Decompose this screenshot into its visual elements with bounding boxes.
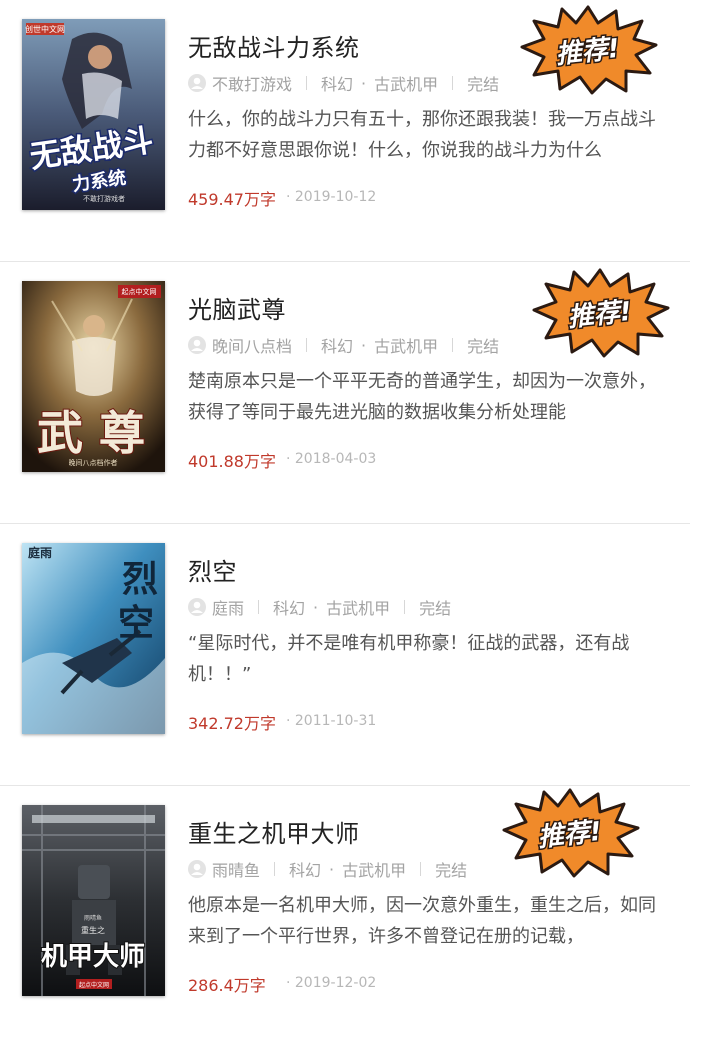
book-title[interactable]: 重生之机甲大师	[188, 814, 360, 849]
word-count: 342.72万字	[188, 714, 276, 733]
book-item[interactable]: 重生之 机甲大师 雨晴鱼 起点中文网 重生之机甲大师 雨晴鱼 科幻 · 古武机甲…	[0, 786, 690, 1048]
meta-dot: ·	[361, 73, 367, 93]
meta-divider	[452, 338, 454, 352]
starburst-badge-icon: 推荐!	[520, 5, 658, 95]
book-subcategory[interactable]: 古武机甲	[374, 71, 438, 95]
cover-title-line2: 尊	[99, 406, 145, 460]
starburst-badge-icon: 推荐!	[502, 788, 640, 878]
book-meta: 不敢打游戏 科幻 · 古武机甲 完结	[188, 72, 499, 94]
book-category[interactable]: 科幻	[321, 71, 353, 95]
meta-divider	[452, 76, 454, 90]
book-cover[interactable]: 庭雨 烈 空	[22, 543, 165, 734]
cover-title-line2: 空	[118, 602, 154, 644]
book-status: 完结	[419, 599, 452, 618]
book-status: 完结	[467, 75, 500, 94]
starburst-badge-icon: 推荐!	[532, 268, 670, 358]
book-category[interactable]: 科幻	[273, 595, 305, 619]
cover-subtitle: 重生之	[81, 925, 105, 935]
book-category[interactable]: 科幻	[289, 857, 321, 881]
meta-divider	[420, 862, 422, 876]
cover-title-line1: 机甲大师	[41, 942, 145, 972]
book-description: 他原本是一名机甲大师，因一次意外重生，重生之后，如同来到了一个平行世界，许多不曾…	[188, 895, 656, 947]
meta-dot: ·	[313, 597, 319, 617]
book-cover[interactable]: 起点中文网 武 尊 晚间八点档作者	[22, 281, 165, 472]
meta-divider	[306, 338, 308, 352]
meta-divider	[306, 76, 308, 90]
book-category[interactable]: 科幻	[321, 333, 353, 357]
book-meta: 雨晴鱼 科幻 · 古武机甲 完结	[188, 858, 467, 880]
book-cover[interactable]: 重生之 机甲大师 雨晴鱼 起点中文网	[22, 805, 165, 996]
meta-dot: ·	[329, 859, 335, 879]
publish-date: · 2018-04-03	[286, 451, 377, 467]
book-list: 创世中文网 无敌战斗 力系统 不敢打游戏者 无敌战斗力系统 不敢打游戏 科幻 ·…	[0, 0, 707, 1024]
book-subcategory[interactable]: 古武机甲	[326, 595, 390, 619]
cover-title-line1: 武	[37, 406, 83, 460]
book-item[interactable]: 起点中文网 武 尊 晚间八点档作者 光脑武尊 晚间八点档 科幻 · 古武机甲 完…	[0, 262, 690, 524]
book-subcategory[interactable]: 古武机甲	[374, 333, 438, 357]
book-author[interactable]: 庭雨	[212, 595, 244, 619]
meta-dot: ·	[361, 335, 367, 355]
meta-divider	[258, 600, 260, 614]
book-title[interactable]: 光脑武尊	[188, 290, 286, 325]
book-item[interactable]: 创世中文网 无敌战斗 力系统 不敢打游戏者 无敌战斗力系统 不敢打游戏 科幻 ·…	[0, 0, 690, 262]
recommend-badge: 推荐!	[530, 268, 670, 358]
user-avatar-icon	[188, 860, 206, 878]
book-description: 楚南原本只是一个平平无奇的普通学生，却因为一次意外，获得了等同于最先进光脑的数据…	[188, 371, 656, 423]
book-description: “星际时代，并不是唯有机甲称豪！征战的武器，还有战机！！”	[188, 633, 630, 685]
book-subcategory[interactable]: 古武机甲	[342, 857, 406, 881]
book-cover[interactable]: 创世中文网 无敌战斗 力系统 不敢打游戏者	[22, 19, 165, 210]
cover-publisher: 庭雨	[28, 545, 52, 560]
meta-divider	[404, 600, 406, 614]
user-avatar-icon	[188, 74, 206, 92]
cover-publisher: 起点中文网	[79, 981, 109, 989]
cover-publisher: 起点中文网	[122, 287, 157, 296]
book-status: 完结	[467, 337, 500, 356]
book-item[interactable]: 庭雨 烈 空 烈空 庭雨 科幻 · 古武机甲 完结 “星际时代，并不是唯有机甲称…	[0, 524, 690, 786]
book-author[interactable]: 晚间八点档	[212, 333, 292, 357]
cover-title-line1: 烈	[122, 558, 158, 600]
book-title[interactable]: 无敌战斗力系统	[188, 28, 360, 63]
publish-date: · 2019-12-02	[286, 975, 377, 991]
word-count: 286.4万字	[188, 976, 266, 995]
book-status: 完结	[435, 861, 468, 880]
book-meta: 庭雨 科幻 · 古武机甲 完结	[188, 596, 451, 618]
book-description: 什么，你的战斗力只有五十，那你还跟我装！我一万点战斗力都不好意思跟你说！什么，你…	[188, 109, 656, 161]
word-count: 459.47万字	[188, 190, 276, 209]
book-meta: 晚间八点档 科幻 · 古武机甲 完结	[188, 334, 499, 356]
recommend-badge: 推荐!	[518, 5, 658, 95]
cover-author: 雨晴鱼	[84, 914, 102, 922]
book-author[interactable]: 雨晴鱼	[212, 857, 260, 881]
recommend-badge: 推荐!	[500, 788, 640, 878]
meta-divider	[274, 862, 276, 876]
publish-date: · 2011-10-31	[286, 713, 377, 729]
word-count: 401.88万字	[188, 452, 276, 471]
book-title[interactable]: 烈空	[188, 552, 237, 587]
user-avatar-icon	[188, 336, 206, 354]
user-avatar-icon	[188, 598, 206, 616]
cover-author: 不敢打游戏者	[83, 194, 125, 203]
cover-author: 晚间八点档作者	[69, 458, 118, 467]
publish-date: · 2019-10-12	[286, 189, 377, 205]
cover-publisher: 创世中文网	[25, 24, 65, 34]
book-author[interactable]: 不敢打游戏	[212, 71, 292, 95]
